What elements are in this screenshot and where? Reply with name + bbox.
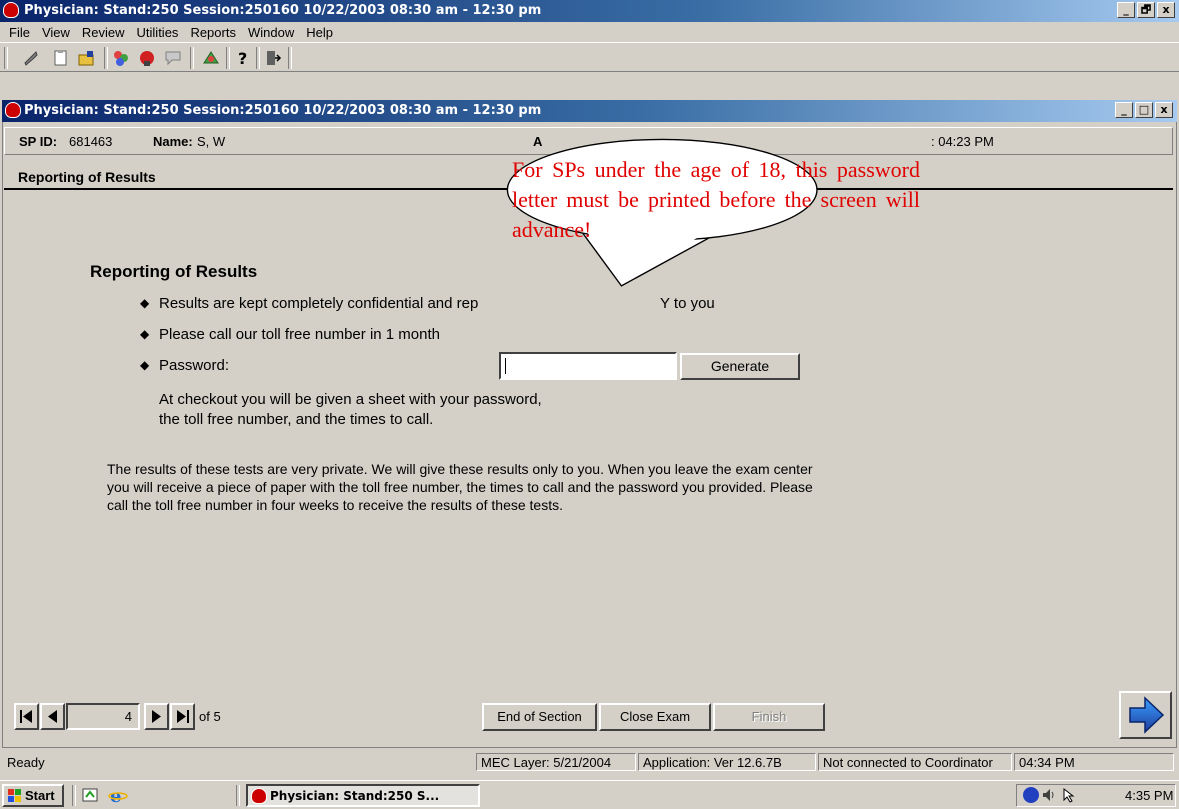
close-button[interactable]: x: [1157, 2, 1175, 18]
inner-titlebar: Physician: Stand:250 Session:250160 10/2…: [2, 100, 1177, 122]
next-screen-button[interactable]: [1119, 691, 1172, 739]
bullet-diamond-icon: ◆: [140, 296, 150, 310]
minimize-button[interactable]: _: [1117, 2, 1135, 18]
exit-door-icon[interactable]: [264, 49, 282, 67]
sp-id-value: 681463: [69, 134, 113, 149]
svg-text:e: e: [110, 786, 121, 804]
sp-name-value: S, W: [197, 134, 226, 149]
info-paragraph-line-1: The results of these tests are very priv…: [107, 461, 813, 477]
menu-utilities[interactable]: Utilities: [131, 25, 185, 40]
taskbar-separator: [72, 785, 76, 806]
main-titlebar: Physician: Stand:250 Session:250160 10/2…: [0, 0, 1179, 22]
taskbar-clock: 4:35 PM: [1125, 788, 1174, 803]
main-window-title: Physician: Stand:250 Session:250160 10/2…: [24, 3, 542, 18]
status-time: 04:34 PM: [1014, 753, 1174, 771]
status-mec-layer: MEC Layer: 5/21/2004: [476, 753, 636, 771]
help-icon[interactable]: ?: [234, 49, 252, 68]
system-tray: 4:35 PM: [1016, 784, 1176, 807]
status-connection: Not connected to Coordinator: [818, 753, 1012, 771]
next-arrow-icon: [1129, 696, 1165, 734]
bullet-confidential: Results are kept completely confidential…: [159, 295, 479, 312]
toolbar-separator: [190, 47, 194, 69]
task-label: Physician: Stand:250 S...: [270, 789, 440, 803]
finish-button[interactable]: Finish: [713, 703, 825, 731]
tools-icon[interactable]: [202, 49, 220, 67]
restore-button[interactable]: 🗗: [1137, 2, 1155, 18]
pointer-tray-icon[interactable]: [1061, 787, 1077, 803]
page-count: of 5: [199, 709, 221, 724]
windows-logo-icon: [8, 789, 21, 802]
svg-text:?: ?: [238, 49, 247, 67]
bullet-call: Please call our toll free number in 1 mo…: [159, 326, 440, 343]
menu-review[interactable]: Review: [76, 25, 131, 40]
previous-page-button[interactable]: [40, 703, 65, 730]
sp-id-label: SP ID:: [19, 134, 58, 149]
first-page-button[interactable]: [14, 703, 39, 730]
toolbar-separator: [256, 47, 260, 69]
status-ready: Ready: [7, 755, 45, 770]
bullet-confidential-tail: Y to you: [660, 295, 715, 312]
wrench-icon[interactable]: [22, 49, 40, 67]
app-icon: [3, 2, 19, 18]
end-of-section-button[interactable]: End of Section: [482, 703, 597, 731]
inner-window-title: Physician: Stand:250 Session:250160 10/2…: [24, 103, 542, 118]
bullet-diamond-icon: ◆: [140, 327, 150, 341]
toolbar-separator: [226, 47, 230, 69]
next-page-button[interactable]: [144, 703, 169, 730]
clipboard-icon[interactable]: [52, 49, 70, 67]
info-paragraph-line-3: call the toll free number in four weeks …: [107, 497, 563, 513]
last-page-button[interactable]: [170, 703, 195, 730]
sp-name-label: Name:: [153, 134, 193, 149]
info-paragraph-line-2: you will receive a piece of paper with t…: [107, 479, 813, 495]
stop-hand-icon[interactable]: [138, 49, 156, 67]
start-button[interactable]: Start: [2, 784, 64, 807]
start-label: Start: [25, 788, 55, 803]
toolbar-separator: [288, 47, 292, 69]
toolbar: ?: [0, 42, 1179, 72]
page-number-field[interactable]: 4: [66, 703, 140, 730]
inner-minimize-button[interactable]: _: [1115, 102, 1133, 118]
section-title: Reporting of Results: [18, 169, 156, 185]
menu-window[interactable]: Window: [242, 25, 300, 40]
callout-text: For SPs under the age of 18, this passwo…: [512, 157, 920, 242]
password-input[interactable]: [499, 352, 677, 380]
page-number: 4: [124, 709, 132, 724]
text-caret: [505, 358, 506, 374]
generate-button[interactable]: Generate: [680, 353, 800, 380]
checkout-line-1: At checkout you will be given a sheet wi…: [159, 391, 542, 408]
people-icon[interactable]: [112, 49, 130, 67]
taskbar-separator: [236, 785, 240, 806]
internet-explorer-icon[interactable]: e: [108, 786, 128, 807]
bullet-diamond-icon: ◆: [140, 358, 150, 372]
password-label: Password:: [159, 357, 230, 374]
show-desktop-icon[interactable]: [82, 787, 100, 803]
content-heading: Reporting of Results: [90, 262, 258, 281]
menubar: File View Review Utilities Reports Windo…: [0, 22, 1179, 42]
menu-help[interactable]: Help: [300, 25, 339, 40]
status-bar: Ready MEC Layer: 5/21/2004 Application: …: [0, 750, 1179, 773]
volume-icon[interactable]: [1041, 787, 1057, 803]
network-monitor-icon[interactable]: [1023, 787, 1039, 803]
inner-maximize-button[interactable]: □: [1135, 102, 1153, 118]
menu-file[interactable]: File: [3, 25, 36, 40]
menu-view[interactable]: View: [36, 25, 76, 40]
inner-app-icon: [5, 102, 21, 118]
status-application: Application: Ver 12.6.7B: [638, 753, 816, 771]
toolbar-separator: [104, 47, 108, 69]
comment-icon[interactable]: [164, 49, 182, 67]
menu-reports[interactable]: Reports: [184, 25, 242, 40]
toolbar-grip: [4, 47, 8, 69]
taskbar-physician-button[interactable]: Physician: Stand:250 S...: [246, 784, 480, 807]
checkout-line-2: the toll free number, and the times to c…: [159, 411, 434, 428]
inner-close-button[interactable]: x: [1155, 102, 1173, 118]
taskbar: Start e Physician: Stand:250 S... 4:35 P…: [0, 780, 1179, 809]
task-app-icon: [251, 788, 267, 804]
open-folder-icon[interactable]: [78, 49, 96, 67]
close-exam-button[interactable]: Close Exam: [599, 703, 711, 731]
